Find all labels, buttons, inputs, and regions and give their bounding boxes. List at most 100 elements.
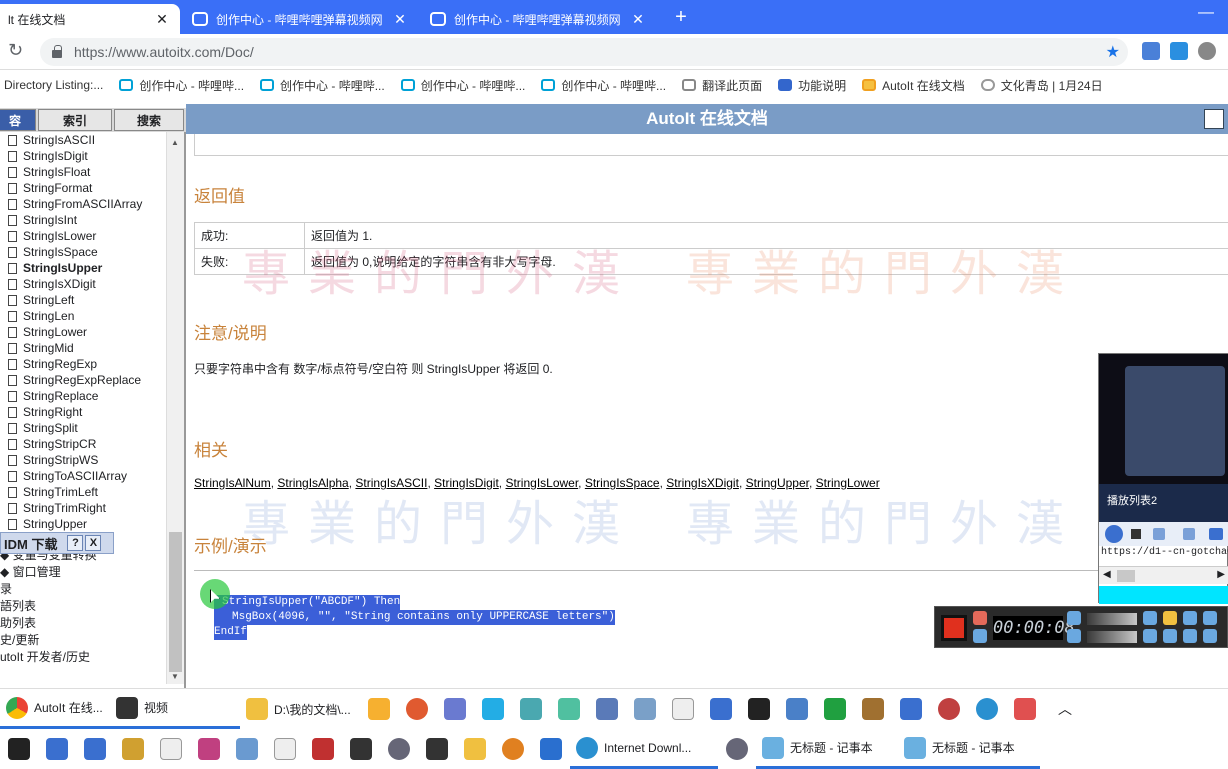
translate-icon[interactable] xyxy=(1170,42,1188,60)
horizontal-scrollbar[interactable]: ◀ ▶ xyxy=(1099,566,1228,584)
fullscreen-icon[interactable] xyxy=(1203,629,1217,643)
webcam-icon[interactable] xyxy=(1143,611,1157,625)
bookmark-bilibili-4[interactable]: 创作中心 - 哔哩哔... xyxy=(541,77,666,94)
minimize-icon[interactable]: — xyxy=(1198,4,1214,22)
toc-item[interactable]: StringMid xyxy=(0,340,166,356)
stop-icon[interactable] xyxy=(1131,529,1141,539)
translate-extension-icon[interactable] xyxy=(1142,42,1160,60)
app-icon[interactable] xyxy=(8,738,30,760)
toc-item[interactable]: StringLen xyxy=(0,308,166,324)
close-icon[interactable]: ✕ xyxy=(630,11,646,28)
toc-item[interactable]: StringSplit xyxy=(0,420,166,436)
bilibili-icon[interactable] xyxy=(482,698,504,720)
taskbar-explorer[interactable]: D:\我的文档\... xyxy=(240,689,360,729)
app-icon[interactable] xyxy=(388,738,410,760)
app-icon[interactable] xyxy=(634,698,656,720)
bookmark-qingdao[interactable]: 文化青岛 | 1月24日 xyxy=(981,77,1103,94)
tab-index[interactable]: 索引 xyxy=(38,109,112,131)
folder-icon[interactable] xyxy=(1163,611,1177,625)
toc-item[interactable]: StringIsXDigit xyxy=(0,276,166,292)
record-button[interactable] xyxy=(941,615,967,641)
app-icon[interactable] xyxy=(596,698,618,720)
region-icon[interactable] xyxy=(1183,629,1197,643)
toc-item[interactable]: StringIsDigit xyxy=(0,148,166,164)
bookmark-bilibili-3[interactable]: 创作中心 - 哔哩哔... xyxy=(401,77,526,94)
app-icon[interactable] xyxy=(236,738,258,760)
next-icon[interactable] xyxy=(1183,528,1195,540)
toc-item[interactable]: StringTrimLeft xyxy=(0,484,166,500)
toc-item[interactable]: StringLower xyxy=(0,324,166,340)
toc-item[interactable]: StringStripWS xyxy=(0,452,166,468)
bookmark-translate[interactable]: 翻译此页面 xyxy=(682,77,762,94)
speaker-icon[interactable] xyxy=(1067,611,1081,625)
toc-item[interactable]: StringIsASCII xyxy=(0,132,166,148)
toc-item[interactable]: StringIsLower xyxy=(0,228,166,244)
idm-close-button[interactable]: X xyxy=(85,535,101,551)
media-player[interactable]: 播放列表2 https://d1--cn-gotcha0 ◀ ▶ xyxy=(1098,353,1228,603)
app-icon[interactable] xyxy=(726,738,748,760)
app-icon[interactable] xyxy=(464,738,486,760)
app-icon[interactable] xyxy=(368,698,390,720)
tab-bilibili-1[interactable]: 创作中心 - 哔哩哔哩弹幕视频网 ✕ xyxy=(182,4,418,34)
app-icon[interactable] xyxy=(540,738,562,760)
toc-item[interactable]: StringStripCR xyxy=(0,436,166,452)
toc-item[interactable]: StringUpper xyxy=(0,516,166,532)
toc-folder[interactable]: 录 xyxy=(0,581,166,598)
code-block[interactable]: StringIsUpper("ABCDF") Then MsgBox(4096,… xyxy=(214,595,615,640)
toc-folder[interactable]: 語列表 xyxy=(0,598,166,615)
taskbar-notepad-1[interactable]: 无标题 - 记事本 xyxy=(756,729,898,769)
app-icon[interactable] xyxy=(862,698,884,720)
pause-icon[interactable] xyxy=(973,629,987,643)
toc-item[interactable]: StringIsFloat xyxy=(0,164,166,180)
app-icon[interactable] xyxy=(520,698,542,720)
toc-folder[interactable]: 助列表 xyxy=(0,615,166,632)
alarm-clock-icon[interactable] xyxy=(973,611,987,625)
microphone-icon[interactable] xyxy=(1067,629,1081,643)
app-icon[interactable] xyxy=(444,698,466,720)
chevron-up-icon[interactable]: ︿ xyxy=(1058,699,1072,719)
omnibox[interactable]: https://www.autoitx.com/Doc/ xyxy=(40,38,1128,66)
bookmark-bilibili-1[interactable]: 创作中心 - 哔哩哔... xyxy=(119,77,244,94)
app-icon[interactable] xyxy=(824,698,846,720)
scroll-right-icon[interactable]: ▶ xyxy=(1217,569,1225,580)
film-icon[interactable] xyxy=(350,738,372,760)
toc-folder[interactable]: utoIt 开发者/历史 xyxy=(0,649,166,666)
playlist-label[interactable]: 播放列表2 xyxy=(1107,492,1157,508)
toc-item[interactable]: StringTrimRight xyxy=(0,500,166,516)
app-icon[interactable] xyxy=(748,698,770,720)
close-icon[interactable]: ✕ xyxy=(392,11,408,28)
app-icon[interactable] xyxy=(46,738,68,760)
scroll-left-icon[interactable]: ◀ xyxy=(1103,569,1111,580)
toc-item[interactable]: StringToASCIIArray xyxy=(0,468,166,484)
globe-icon[interactable] xyxy=(976,698,998,720)
taskbar-video[interactable]: 视频 xyxy=(110,689,240,729)
toc-folder[interactable]: 史/更新 xyxy=(0,632,166,649)
taskbar-chrome[interactable]: AutoIt 在线... xyxy=(0,689,110,729)
app-icon[interactable] xyxy=(122,738,144,760)
bookmark-star-icon[interactable]: ★ xyxy=(1106,42,1120,62)
toc-item[interactable]: StringFromASCIIArray xyxy=(0,196,166,212)
extensions-icon[interactable] xyxy=(1198,42,1216,60)
app-icon[interactable] xyxy=(786,698,808,720)
taskbar-notepad-2[interactable]: 无标题 - 记事本 xyxy=(898,729,1040,769)
window-icon[interactable] xyxy=(1163,629,1177,643)
previous-icon[interactable] xyxy=(1153,528,1165,540)
app-icon[interactable] xyxy=(312,738,334,760)
minimize-icon[interactable] xyxy=(1203,611,1217,625)
app-icon[interactable] xyxy=(710,698,732,720)
pause-icon[interactable] xyxy=(1105,525,1123,543)
app-icon[interactable] xyxy=(84,738,106,760)
tab-bilibili-2[interactable]: 创作中心 - 哔哩哔哩弹幕视频网 ✕ xyxy=(420,4,656,34)
tab-contents[interactable]: 容 xyxy=(0,109,36,131)
tab-autoit-doc[interactable]: lt 在线文档 ✕ xyxy=(0,4,180,34)
app-icon[interactable] xyxy=(938,698,960,720)
document-icon[interactable] xyxy=(160,738,182,760)
document-icon[interactable] xyxy=(274,738,296,760)
toc-item[interactable]: StringRegExpReplace xyxy=(0,372,166,388)
document-icon[interactable] xyxy=(672,698,694,720)
toc-item[interactable]: StringRight xyxy=(0,404,166,420)
print-icon[interactable] xyxy=(1204,109,1224,129)
zoom-icon[interactable] xyxy=(1143,629,1157,643)
toc-item[interactable]: StringReplace xyxy=(0,388,166,404)
scroll-up-icon[interactable]: ▲ xyxy=(171,138,179,147)
